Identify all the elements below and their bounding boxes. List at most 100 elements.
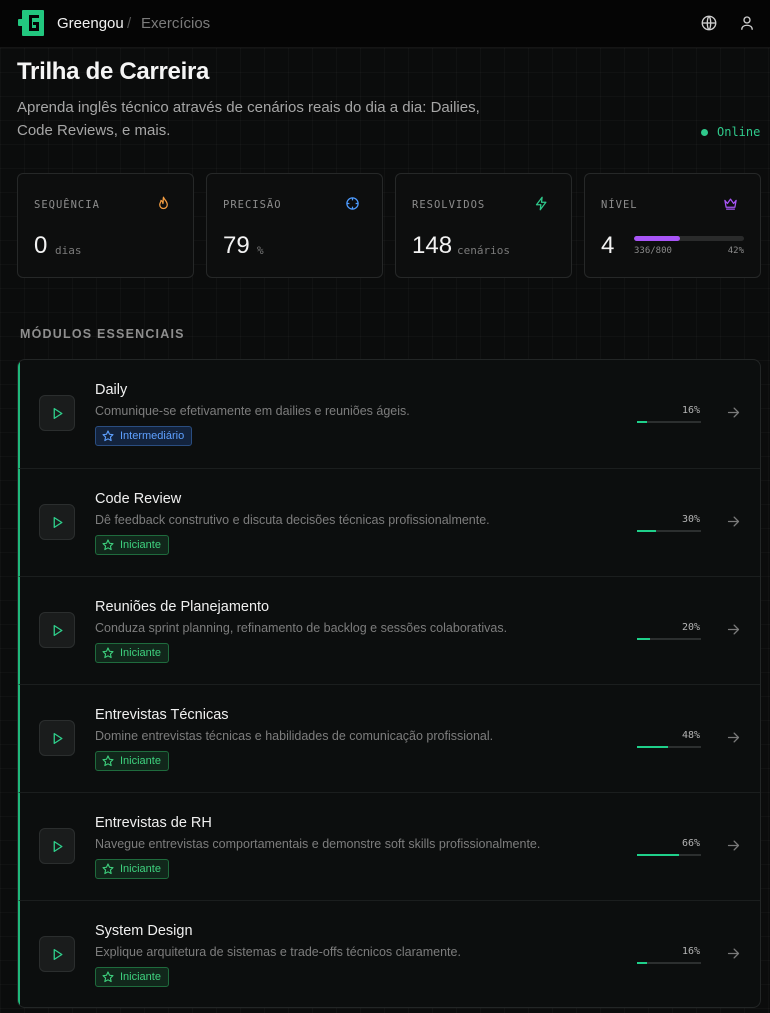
brand-name[interactable]: Greengou bbox=[57, 15, 124, 32]
greengou-logo-icon[interactable] bbox=[18, 10, 44, 36]
module-item[interactable]: Entrevistas Técnicas Domine entrevistas … bbox=[18, 684, 760, 792]
play-icon bbox=[53, 948, 62, 960]
module-progress-fill bbox=[637, 962, 648, 964]
crown-icon bbox=[724, 198, 737, 210]
play-button[interactable] bbox=[39, 936, 75, 972]
module-item[interactable]: Code Review Dê feedback construtivo e di… bbox=[18, 468, 760, 576]
top-bar: Greengou / Exercícios bbox=[0, 0, 770, 48]
stat-label: NÍVEL bbox=[601, 199, 638, 211]
module-progress-fill bbox=[637, 746, 668, 748]
arrow-right-icon[interactable] bbox=[726, 514, 741, 529]
module-progress-percent: 30% bbox=[681, 514, 700, 525]
star-icon bbox=[102, 647, 114, 659]
module-description: Conduza sprint planning, refinamento de … bbox=[95, 621, 508, 635]
badge-label: Iniciante bbox=[120, 971, 161, 983]
play-button[interactable] bbox=[39, 612, 75, 648]
play-icon bbox=[53, 732, 62, 744]
module-title: Reuniões de Planejamento bbox=[95, 599, 270, 615]
stat-label: SEQUÊNCIA bbox=[34, 199, 100, 211]
arrow-right-icon[interactable] bbox=[726, 405, 741, 420]
module-progress-percent: 16% bbox=[681, 946, 700, 957]
globe-icon[interactable] bbox=[700, 14, 718, 32]
stat-value: 0 bbox=[34, 232, 48, 259]
status-dot bbox=[701, 128, 708, 136]
arrow-right-icon[interactable] bbox=[726, 946, 741, 961]
badge-label: Iniciante bbox=[120, 755, 161, 767]
play-button[interactable] bbox=[39, 720, 75, 756]
arrow-right-icon[interactable] bbox=[726, 622, 741, 637]
stat-unit: % bbox=[257, 244, 264, 257]
module-progress-percent: 66% bbox=[681, 838, 700, 849]
stat-unit: cenários bbox=[457, 244, 510, 257]
module-progress-bar bbox=[637, 854, 701, 856]
flame-icon bbox=[159, 196, 168, 210]
stat-card-solved: RESOLVIDOS 148 cenários bbox=[395, 173, 572, 278]
badge-label: Iniciante bbox=[120, 863, 161, 875]
arrow-right-icon[interactable] bbox=[726, 730, 741, 745]
module-item[interactable]: System Design Explique arquitetura de si… bbox=[18, 900, 760, 1007]
crosshair-icon bbox=[346, 197, 359, 210]
difficulty-badge: Iniciante bbox=[95, 535, 169, 555]
breadcrumb-separator: / bbox=[127, 15, 132, 32]
module-title: Code Review bbox=[95, 491, 182, 507]
play-icon bbox=[53, 840, 62, 852]
star-icon bbox=[102, 863, 114, 875]
module-description: Dê feedback construtivo e discuta decisõ… bbox=[95, 513, 490, 527]
level-xp: 336/800 bbox=[634, 246, 672, 256]
page-subtitle: Aprenda inglês técnico através de cenári… bbox=[17, 99, 480, 139]
play-icon bbox=[53, 516, 62, 528]
page-title: Trilha de Carreira bbox=[17, 58, 210, 85]
level-percent: 42% bbox=[727, 246, 744, 256]
difficulty-badge: Iniciante bbox=[95, 859, 169, 879]
stat-label: RESOLVIDOS bbox=[412, 199, 486, 211]
module-progress-fill bbox=[637, 854, 680, 856]
star-icon bbox=[102, 539, 114, 551]
module-description: Domine entrevistas técnicas e habilidade… bbox=[95, 729, 494, 743]
stat-card-level: NÍVEL 4 336/800 42% bbox=[584, 173, 761, 278]
module-progress-fill bbox=[637, 421, 648, 423]
badge-label: Iniciante bbox=[120, 647, 161, 659]
star-icon bbox=[102, 755, 114, 767]
module-progress-percent: 20% bbox=[681, 622, 700, 633]
section-title: MÓDULOS ESSENCIAIS bbox=[20, 327, 185, 341]
module-progress-bar bbox=[637, 421, 701, 423]
play-button[interactable] bbox=[39, 828, 75, 864]
difficulty-badge: Intermediário bbox=[95, 426, 193, 446]
module-item[interactable]: Reuniões de Planejamento Conduza sprint … bbox=[18, 576, 760, 684]
difficulty-badge: Iniciante bbox=[95, 643, 169, 663]
module-description: Navegue entrevistas comportamentais e de… bbox=[95, 837, 541, 851]
difficulty-badge: Iniciante bbox=[95, 967, 169, 987]
badge-label: Intermediário bbox=[120, 430, 185, 442]
user-icon[interactable] bbox=[738, 14, 756, 32]
module-progress-bar bbox=[637, 530, 701, 532]
module-progress-bar bbox=[637, 746, 701, 748]
play-button[interactable] bbox=[39, 504, 75, 540]
badge-label: Iniciante bbox=[120, 539, 161, 551]
module-title: Entrevistas de RH bbox=[95, 815, 212, 831]
module-progress-percent: 16% bbox=[681, 405, 700, 416]
module-description: Explique arquitetura de sistemas e trade… bbox=[95, 945, 461, 959]
difficulty-badge: Iniciante bbox=[95, 751, 169, 771]
module-progress-fill bbox=[637, 638, 650, 640]
module-item[interactable]: Entrevistas de RH Navegue entrevistas co… bbox=[18, 792, 760, 900]
star-icon bbox=[102, 430, 114, 442]
bolt-icon bbox=[535, 196, 547, 211]
module-item[interactable]: Daily Comunique-se efetivamente em daili… bbox=[18, 360, 760, 468]
stat-value: 79 bbox=[223, 232, 250, 259]
stat-value: 148 bbox=[412, 232, 453, 259]
module-title: System Design bbox=[95, 923, 193, 939]
play-button[interactable] bbox=[39, 395, 75, 431]
module-progress-percent: 48% bbox=[681, 730, 700, 741]
play-icon bbox=[53, 624, 62, 636]
module-title: Entrevistas Técnicas bbox=[95, 707, 229, 723]
status-indicator: Online bbox=[701, 125, 760, 139]
module-list: Daily Comunique-se efetivamente em daili… bbox=[17, 359, 761, 1008]
status-label: Online bbox=[717, 125, 761, 139]
play-icon bbox=[53, 407, 62, 419]
star-icon bbox=[102, 971, 114, 983]
breadcrumb-current[interactable]: Exercícios bbox=[141, 15, 210, 32]
arrow-right-icon[interactable] bbox=[726, 838, 741, 853]
stat-card-streak: SEQUÊNCIA 0 dias bbox=[17, 173, 194, 278]
level-progress-fill bbox=[634, 236, 681, 241]
module-progress-bar bbox=[637, 638, 701, 640]
